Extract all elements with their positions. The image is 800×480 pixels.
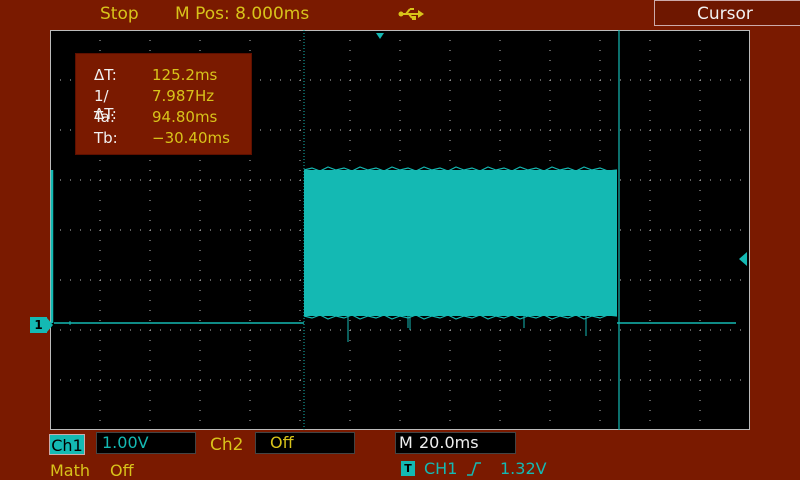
ch1-ground-marker[interactable]: 1 [30,317,47,333]
rising-edge-icon [467,462,481,476]
acquisition-status[interactable]: Stop [100,4,139,24]
trigger-position-marker[interactable] [376,33,384,39]
usb-icon [398,8,424,20]
delta-t-value: 125.2ms [152,66,218,84]
ch1-button[interactable]: Ch1 [49,434,85,455]
math-button[interactable]: Math [50,461,90,480]
menu-title-cursor[interactable]: Cursor [697,4,753,24]
mpos-label: M Pos: [175,4,230,24]
ch1-ground-marker-arrow [47,318,53,332]
timebase-value[interactable]: 20.0ms [419,433,479,452]
ch2-state[interactable]: Off [270,433,294,452]
timebase-prefix: M [399,433,413,452]
trigger-source[interactable]: CH1 [424,459,457,478]
tb-value: −30.40ms [152,129,230,147]
ta-label: Ta: [94,108,115,126]
tb-label: Tb: [94,129,118,147]
ch2-button[interactable]: Ch2 [210,435,243,455]
trigger-badge: T [401,461,415,476]
delta-t-label: ΔT: [94,66,117,84]
horizontal-position-readout: M Pos: 8.000ms [175,4,309,24]
mpos-value: 8.000ms [235,4,310,24]
trigger-level-marker[interactable] [739,252,747,266]
math-state[interactable]: Off [110,461,134,480]
trigger-level[interactable]: 1.32V [500,459,547,478]
ch1-burst [304,170,617,316]
cursor-readout-panel: ΔT: 125.2ms 1/ ΔT: 7.987Hz Ta: 94.80ms T… [75,53,252,155]
ch1-volts-per-div[interactable]: 1.00V [102,433,149,452]
ch1-waveform [50,166,736,342]
oscilloscope-screen: Stop M Pos: 8.000ms Cursor 1 ΔT: 125.2ms… [0,0,800,480]
ta-value: 94.80ms [152,108,218,126]
inverse-delta-t-value: 7.987Hz [152,87,215,105]
